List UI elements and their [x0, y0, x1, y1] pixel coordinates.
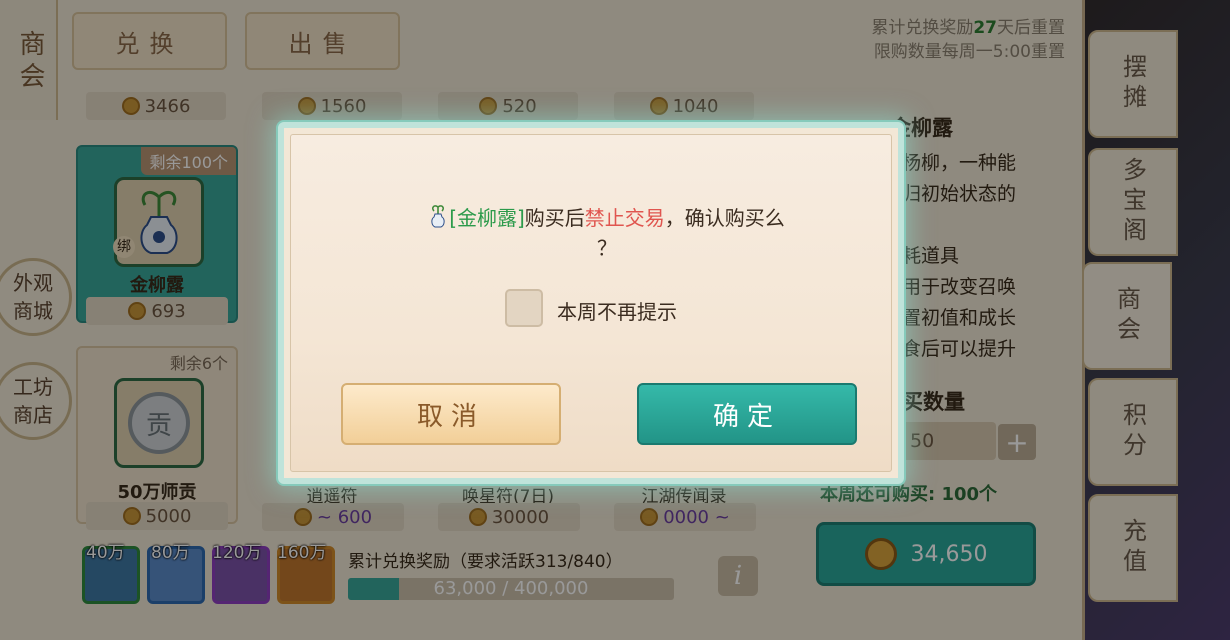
dialog-message-end: ？	[597, 236, 617, 260]
dialog-message: [金柳露]购买后禁止交易，确认购买么 ？	[381, 203, 833, 263]
dialog-message-mid: 购买后	[524, 206, 585, 230]
dialog-item-name[interactable]: [金柳露]	[449, 206, 525, 230]
purchase-confirm-dialog: [金柳露]购买后禁止交易，确认购买么 ？ 本周不再提示 取消 确定	[278, 122, 904, 484]
dialog-message-tail: ，确认购买么	[664, 206, 785, 230]
dialog-body: [金柳露]购买后禁止交易，确认购买么 ？ 本周不再提示 取消 确定	[290, 134, 892, 472]
confirm-button[interactable]: 确定	[637, 383, 857, 445]
cancel-button[interactable]: 取消	[341, 383, 561, 445]
no-remind-checkbox[interactable]	[505, 289, 543, 327]
no-remind-label[interactable]: 本周不再提示	[557, 296, 677, 325]
vase-icon	[431, 205, 445, 228]
dialog-message-warning: 禁止交易	[584, 206, 665, 230]
